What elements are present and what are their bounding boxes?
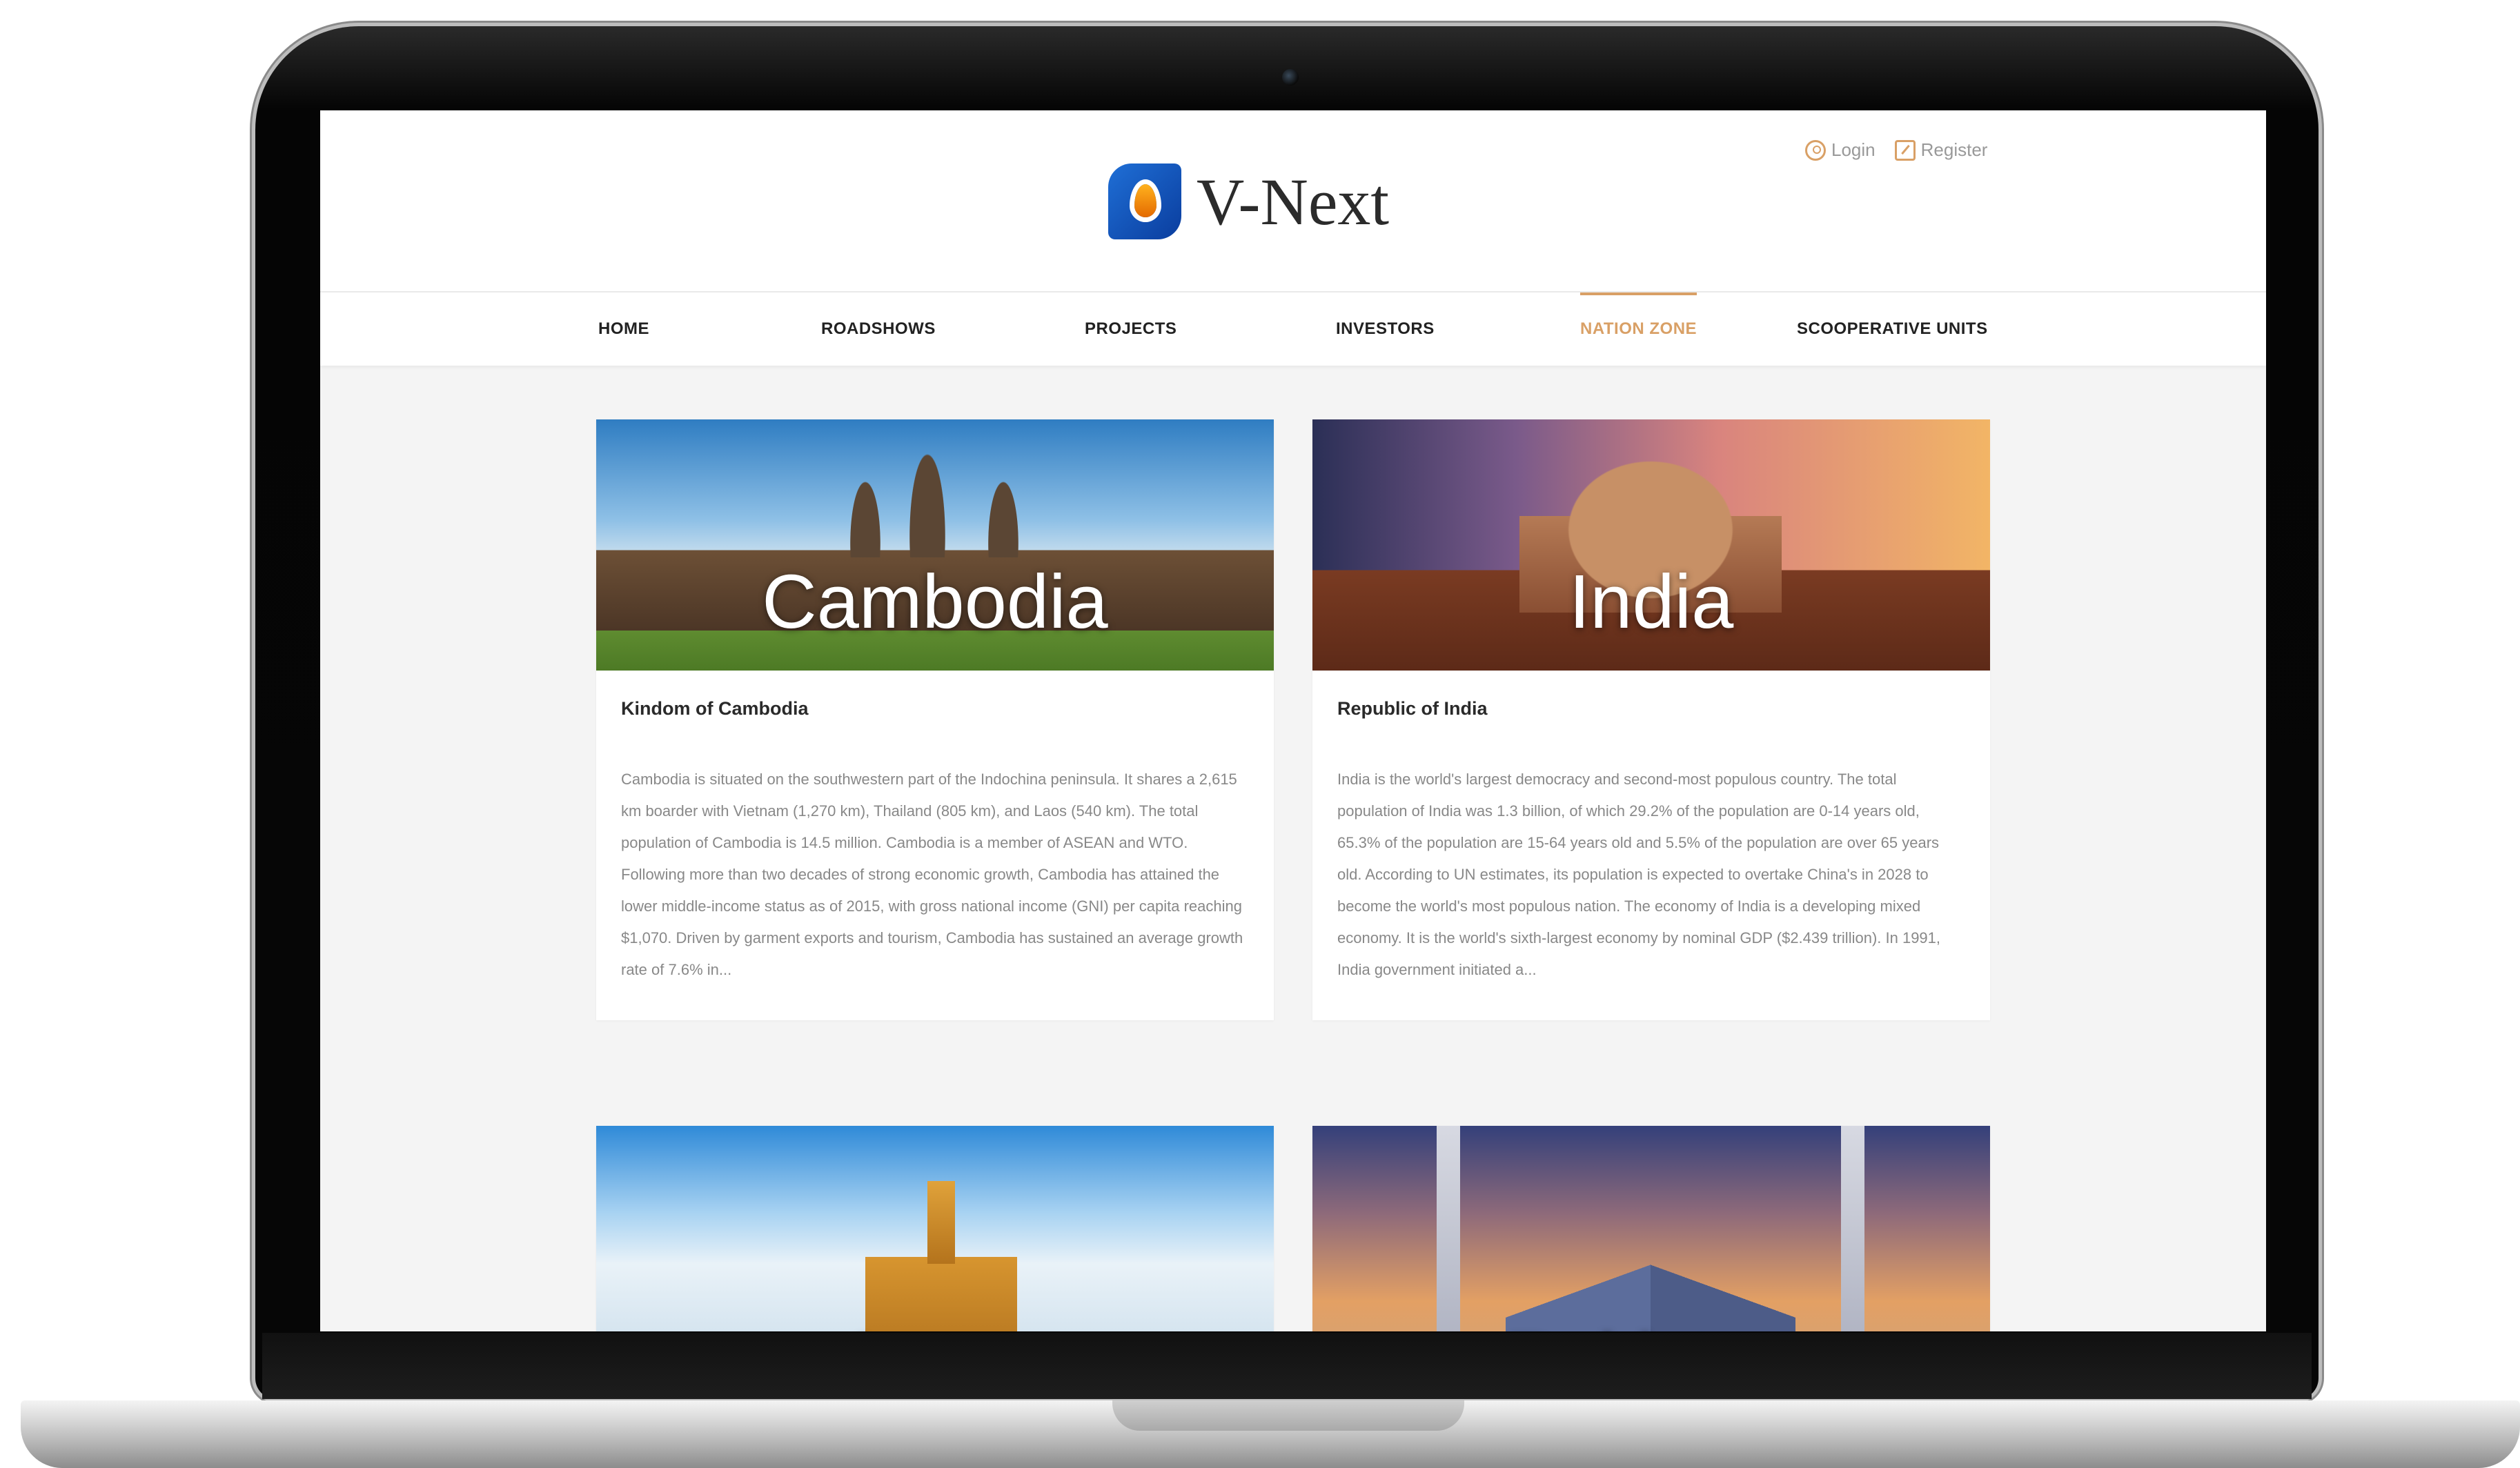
card-body: Republic of India India is the world's l… xyxy=(1312,671,1990,1020)
nation-card-india[interactable]: India Republic of India India is the wor… xyxy=(1312,419,1990,1020)
nation-image-label: Pakistan xyxy=(1312,1317,1990,1331)
login-label: Login xyxy=(1831,139,1876,160)
register-link[interactable]: Register xyxy=(1894,139,1988,161)
nation-image-label: Laos xyxy=(596,1317,1274,1331)
laptop-notch xyxy=(1112,1400,1464,1431)
site-header: V-Next Login Register xyxy=(320,110,2266,291)
card-body: Kindom of Cambodia Cambodia is situated … xyxy=(596,671,1274,1020)
nation-card-pakistan[interactable]: Pakistan xyxy=(1312,1126,1990,1331)
nav-nation-zone[interactable]: NATION ZONE xyxy=(1580,292,1697,366)
nation-image[interactable]: Cambodia xyxy=(596,419,1274,671)
laptop-bezel xyxy=(262,1333,2312,1399)
main-nav: HOME ROADSHOWS PROJECTS INVESTORS NATION… xyxy=(320,292,2266,366)
nation-card-cambodia[interactable]: Cambodia Kindom of Cambodia Cambodia is … xyxy=(596,419,1274,1020)
browser-viewport: V-Next Login Register HOME ROADSHOWS PRO… xyxy=(320,110,2266,1331)
nation-card-laos[interactable]: Laos xyxy=(596,1126,1274,1331)
nav-scooperative-units[interactable]: SCOOPERATIVE UNITS xyxy=(1797,292,1988,366)
nation-image-label: Cambodia xyxy=(762,559,1108,644)
nation-image[interactable]: India xyxy=(1312,419,1990,671)
nav-investors[interactable]: INVESTORS xyxy=(1336,292,1435,366)
login-link[interactable]: Login xyxy=(1805,139,1876,161)
user-circle-icon xyxy=(1805,139,1826,161)
auth-links: Login Register xyxy=(1805,139,1987,161)
register-label: Register xyxy=(1920,139,1988,160)
nav-projects[interactable]: PROJECTS xyxy=(1085,292,1177,366)
nation-image[interactable]: Laos xyxy=(596,1126,1274,1331)
nav-home[interactable]: HOME xyxy=(598,292,649,366)
logo-icon xyxy=(1108,163,1181,239)
camera-icon xyxy=(1282,69,1299,86)
nation-image[interactable]: Pakistan xyxy=(1312,1126,1990,1331)
nation-image-label: India xyxy=(1568,559,1734,644)
nav-roadshows[interactable]: ROADSHOWS xyxy=(821,292,936,366)
card-title[interactable]: Republic of India xyxy=(1337,698,1965,720)
card-title[interactable]: Kindom of Cambodia xyxy=(621,698,1249,720)
card-description: India is the world's largest democracy a… xyxy=(1337,771,1941,978)
card-description: Cambodia is situated on the southwestern… xyxy=(621,771,1243,978)
logo[interactable]: V-Next xyxy=(1108,160,1389,243)
brand-name: V-Next xyxy=(1197,164,1390,239)
edit-icon xyxy=(1894,139,1916,161)
